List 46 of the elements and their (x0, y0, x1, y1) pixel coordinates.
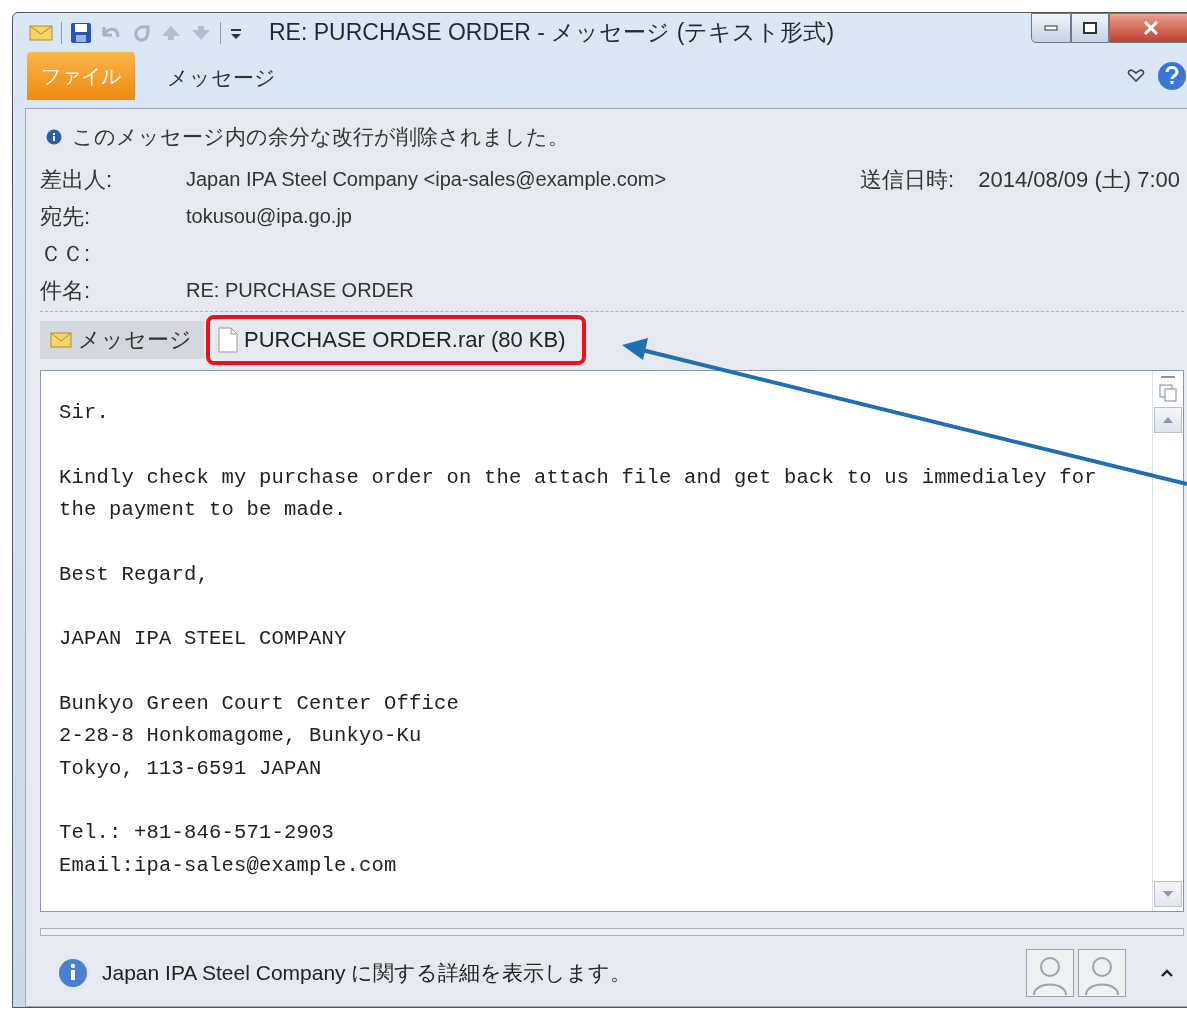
envelope-icon (50, 332, 72, 348)
attachment-tab[interactable]: PURCHASE ORDER.rar (80 KB) (214, 321, 578, 359)
body-paragraph: Bunkyo Green Court Center Office 2-28-8 Honkomagome, Bunkyo-Ku Tokyo, 113-6591 JAPAN (59, 690, 461, 782)
body-paragraph: Tel.: +81-846-571-2903 Email:ipa-sales@example.com (59, 820, 398, 879)
person-silhouette-icon[interactable] (1026, 949, 1074, 997)
body-paragraph: Kindly check my purchase order on the attach file and get back to us immedialey for the payment to be made. (59, 464, 1098, 523)
document-icon (218, 327, 238, 353)
message-tab[interactable]: メッセージ (40, 321, 204, 359)
info-message: このメッセージ内の余分な改行が削除されました。 (72, 124, 569, 150)
scroll-down-button[interactable] (1154, 881, 1182, 907)
info-icon (46, 129, 62, 145)
scrollbar[interactable] (1152, 371, 1183, 911)
ribbon-tab[interactable]: メッセージ (147, 56, 296, 100)
person-silhouette-icon[interactable] (1078, 949, 1126, 997)
minimize-icon (1044, 25, 1058, 31)
minimize-button[interactable] (1031, 13, 1071, 43)
field-value: tokusou@ipa.go.jp (186, 205, 352, 228)
help-icon[interactable] (1157, 61, 1187, 91)
window-title: RE: PURCHASE ORDER - メッセージ (テキスト形式) (269, 18, 835, 47)
up-caret-icon (1162, 416, 1174, 424)
collapse-caret-icon[interactable] (1160, 968, 1174, 978)
field-label: 差出人: (40, 165, 114, 194)
close-icon (1142, 21, 1160, 35)
envelope-icon[interactable] (29, 23, 53, 42)
field-label: 宛先: (40, 202, 92, 231)
body-paragraph: JAPAN IPA STEEL COMPANY (59, 626, 348, 652)
sent-label: 送信日時: (860, 165, 955, 194)
people-pane-text: Japan IPA Steel Company に関する詳細を表示します。 (102, 960, 632, 986)
body-paragraph: Sir. (59, 400, 110, 426)
maximize-icon (1083, 22, 1097, 34)
scroll-up-button[interactable] (1154, 407, 1182, 433)
splitter-bar[interactable] (40, 928, 1184, 936)
sent-value: 2014/08/09 (土) 7:00 (978, 165, 1180, 194)
pane-toggle-icon[interactable] (1157, 375, 1179, 403)
field-value: RE: PURCHASE ORDER (186, 279, 414, 302)
close-button[interactable] (1109, 13, 1187, 43)
field-value: Japan IPA Steel Company <ipa-sales@example.com> (186, 168, 667, 191)
field-label: ＣＣ: (40, 239, 92, 268)
save-icon[interactable] (70, 21, 92, 44)
down-caret-icon (1162, 890, 1174, 898)
heart-icon[interactable] (1127, 69, 1145, 83)
field-label: 件名: (40, 276, 92, 305)
down-arrow-icon[interactable] (190, 23, 212, 42)
info-icon (58, 958, 88, 988)
maximize-button[interactable] (1071, 13, 1109, 43)
body-paragraph: Best Regard, (59, 561, 211, 588)
